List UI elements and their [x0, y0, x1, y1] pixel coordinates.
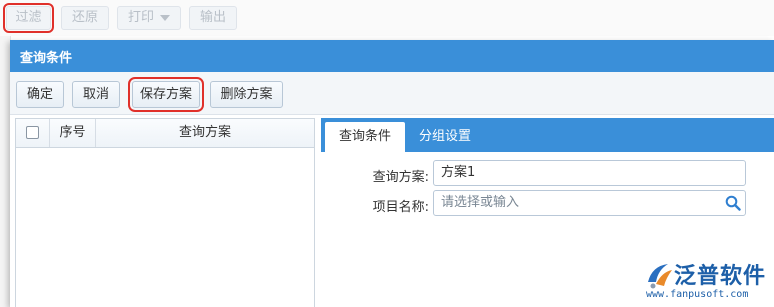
export-button[interactable]: 输出: [189, 6, 237, 30]
tab-bar: 查询条件 分组设置: [321, 118, 774, 152]
cancel-button[interactable]: 取消: [72, 81, 120, 108]
item-name-input[interactable]: 请选择或输入: [433, 190, 746, 216]
search-icon[interactable]: [725, 195, 741, 211]
tab-group-settings[interactable]: 分组设置: [409, 122, 481, 152]
print-button[interactable]: 打印: [117, 6, 181, 30]
scheme-grid: 序号 查询方案: [15, 118, 315, 307]
item-row: 项目名称: 请选择或输入: [321, 190, 774, 218]
dialog-toolbar: 确定 取消 保存方案 删除方案: [10, 72, 774, 115]
select-all-cell: [16, 119, 50, 147]
dialog-header: 查询条件: [10, 40, 774, 72]
delete-scheme-button[interactable]: 删除方案: [210, 81, 283, 108]
brand-name: 泛普软件: [674, 264, 767, 289]
column-header-index[interactable]: 序号: [50, 119, 96, 147]
scheme-field[interactable]: 方案1: [433, 160, 746, 186]
item-label: 项目名称:: [372, 200, 429, 215]
filter-button[interactable]: 过滤: [3, 3, 54, 33]
save-scheme-button[interactable]: 保存方案: [128, 77, 204, 112]
main-toolbar: 过滤 还原 打印 输出: [0, 0, 774, 36]
brand-watermark: 泛普软件 www.fanpusoft.com: [644, 258, 770, 304]
print-label: 打印: [127, 10, 154, 25]
scheme-label: 查询方案:: [372, 170, 429, 185]
select-all-checkbox[interactable]: [26, 126, 39, 139]
confirm-button[interactable]: 确定: [16, 81, 64, 108]
chevron-down-icon: [160, 14, 170, 21]
logo-icon: [648, 264, 672, 289]
dialog-title: 查询条件: [20, 51, 73, 66]
scheme-row: 查询方案: 方案1: [321, 160, 774, 188]
item-placeholder: 请选择或输入: [441, 195, 520, 210]
tab-query-conditions[interactable]: 查询条件: [325, 122, 405, 152]
grid-header: 序号 查询方案: [16, 119, 314, 148]
brand-url: www.fanpusoft.com: [646, 289, 749, 300]
column-header-scheme[interactable]: 查询方案: [96, 119, 314, 147]
restore-button[interactable]: 还原: [61, 6, 109, 30]
